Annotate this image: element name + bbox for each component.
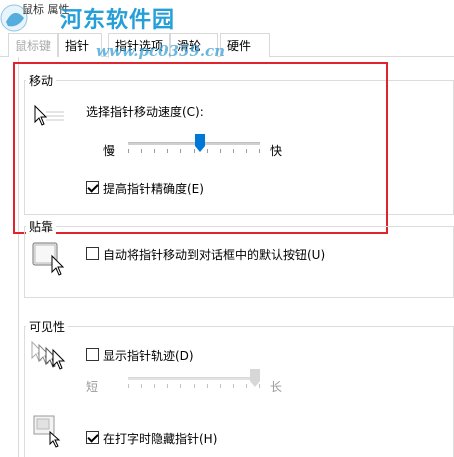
hide-pointer-icon bbox=[33, 415, 61, 448]
tab-buttons[interactable]: 鼠标键 bbox=[8, 33, 58, 57]
visibility-legend: 可见性 bbox=[26, 318, 69, 335]
slider-tick bbox=[194, 384, 195, 388]
slider-tick bbox=[246, 384, 247, 388]
tab-hardware[interactable]: 硬件 bbox=[220, 33, 270, 57]
slider-tick bbox=[128, 384, 129, 388]
slider-tick bbox=[220, 384, 221, 388]
hide-typing-checkbox[interactable] bbox=[86, 431, 99, 444]
trail-slider-thumb[interactable] bbox=[250, 369, 260, 387]
pointer-trails-icon bbox=[31, 340, 66, 370]
short-label: 短 bbox=[86, 380, 99, 394]
snap-legend: 贴靠 bbox=[26, 218, 57, 235]
slider-tick bbox=[167, 384, 168, 388]
slider-tick bbox=[233, 384, 234, 388]
trail-length-slider[interactable] bbox=[128, 369, 260, 391]
tab-bar: 鼠标键 指针 指针选项 滑轮 硬件 bbox=[0, 33, 454, 58]
watermark-name: 河东软件园 bbox=[60, 7, 176, 33]
slider-tick bbox=[207, 384, 208, 388]
slider-tick bbox=[141, 384, 142, 388]
trail-slider-track bbox=[128, 377, 260, 380]
snap-checkbox[interactable] bbox=[86, 247, 99, 260]
highlight-box bbox=[13, 62, 388, 234]
slider-tick bbox=[180, 384, 181, 388]
trails-checkbox[interactable] bbox=[86, 348, 99, 361]
snap-to-icon bbox=[32, 242, 65, 276]
hide-typing-label: 在打字时隐藏指针(H) bbox=[103, 432, 218, 446]
long-label: 长 bbox=[270, 380, 283, 394]
slider-tick bbox=[154, 384, 155, 388]
snap-label: 自动将指针移动到对话框中的默认按钮(U) bbox=[103, 248, 326, 262]
trails-label: 显示指针轨迹(D) bbox=[103, 349, 194, 363]
trail-slider-ticks bbox=[128, 384, 260, 388]
